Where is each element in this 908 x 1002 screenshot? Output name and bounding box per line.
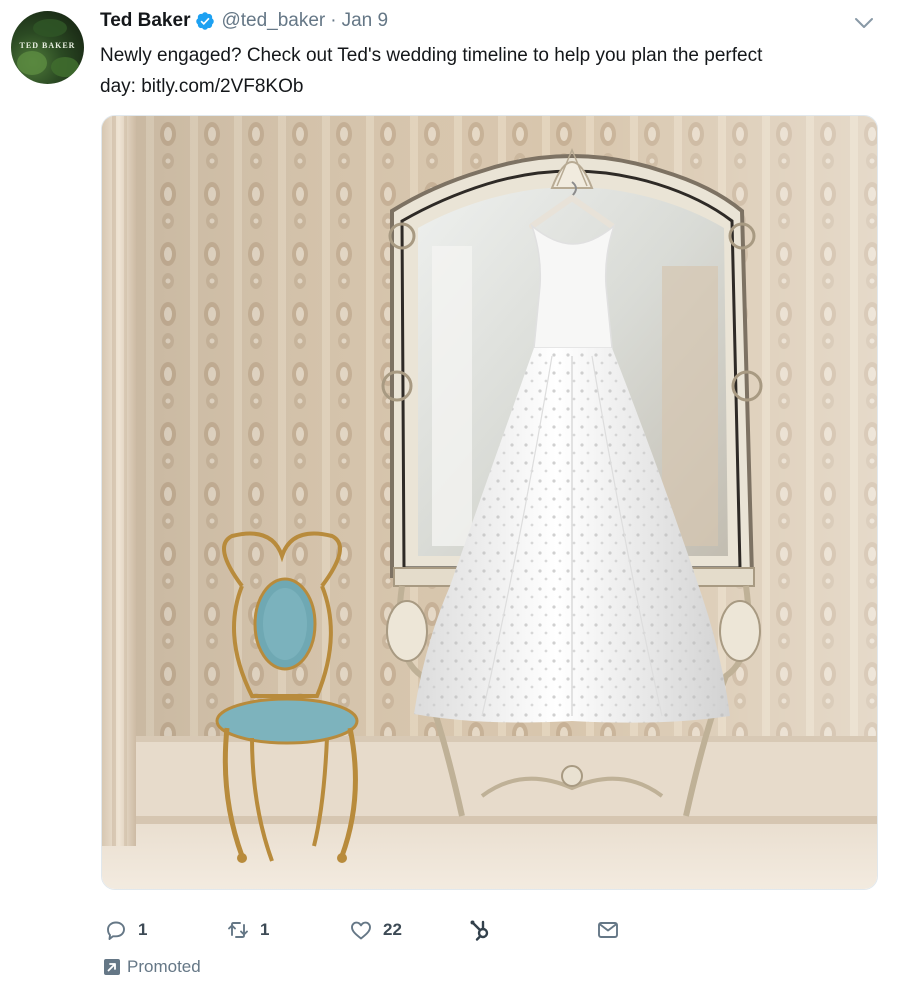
hubspot-sprocket-icon <box>470 920 489 941</box>
like-count: 22 <box>383 920 402 939</box>
retweet-count: 1 <box>260 920 270 939</box>
promoted-icon <box>104 959 120 975</box>
promoted-text: Promoted <box>127 957 201 976</box>
reply-button[interactable]: 1 <box>104 912 147 948</box>
retweet-icon <box>228 922 248 938</box>
like-button[interactable]: 22 <box>349 912 402 948</box>
tweet-text-line[interactable]: day: bitly.com/2VF8KOb <box>100 71 890 102</box>
tweet-media-image[interactable] <box>101 115 878 890</box>
tweet-date[interactable]: Jan 9 <box>342 10 388 32</box>
avatar-foliage <box>17 51 47 75</box>
wedding-dress-photo <box>102 116 877 889</box>
promoted-label: Promoted <box>104 956 201 978</box>
author-handle[interactable]: @ted_baker <box>221 10 325 32</box>
avatar[interactable]: TED BAKER <box>11 11 84 84</box>
tweet-text: Newly engaged? Check out Ted's wedding t… <box>100 40 890 102</box>
tweet-header: Ted Baker @ted_baker · Jan 9 <box>100 8 388 34</box>
analytics-button[interactable] <box>468 912 492 948</box>
tweet-card[interactable]: TED BAKER Ted Baker @ted_baker · Jan 9 N… <box>0 0 908 1002</box>
reply-icon <box>107 921 125 940</box>
tweet-text-line: Newly engaged? Check out Ted's wedding t… <box>100 45 763 66</box>
header-separator: · <box>330 10 337 31</box>
chevron-down-icon[interactable] <box>852 14 876 32</box>
avatar-foliage <box>51 57 79 77</box>
heart-icon <box>351 921 371 940</box>
retweet-button[interactable]: 1 <box>226 912 269 948</box>
envelope-icon <box>598 922 618 938</box>
avatar-logo-text: TED BAKER <box>19 41 76 50</box>
avatar-foliage <box>33 19 67 37</box>
author-name[interactable]: Ted Baker <box>100 10 190 32</box>
verified-badge-icon <box>195 11 215 31</box>
direct-message-button[interactable] <box>596 912 620 948</box>
reply-count: 1 <box>138 920 148 939</box>
